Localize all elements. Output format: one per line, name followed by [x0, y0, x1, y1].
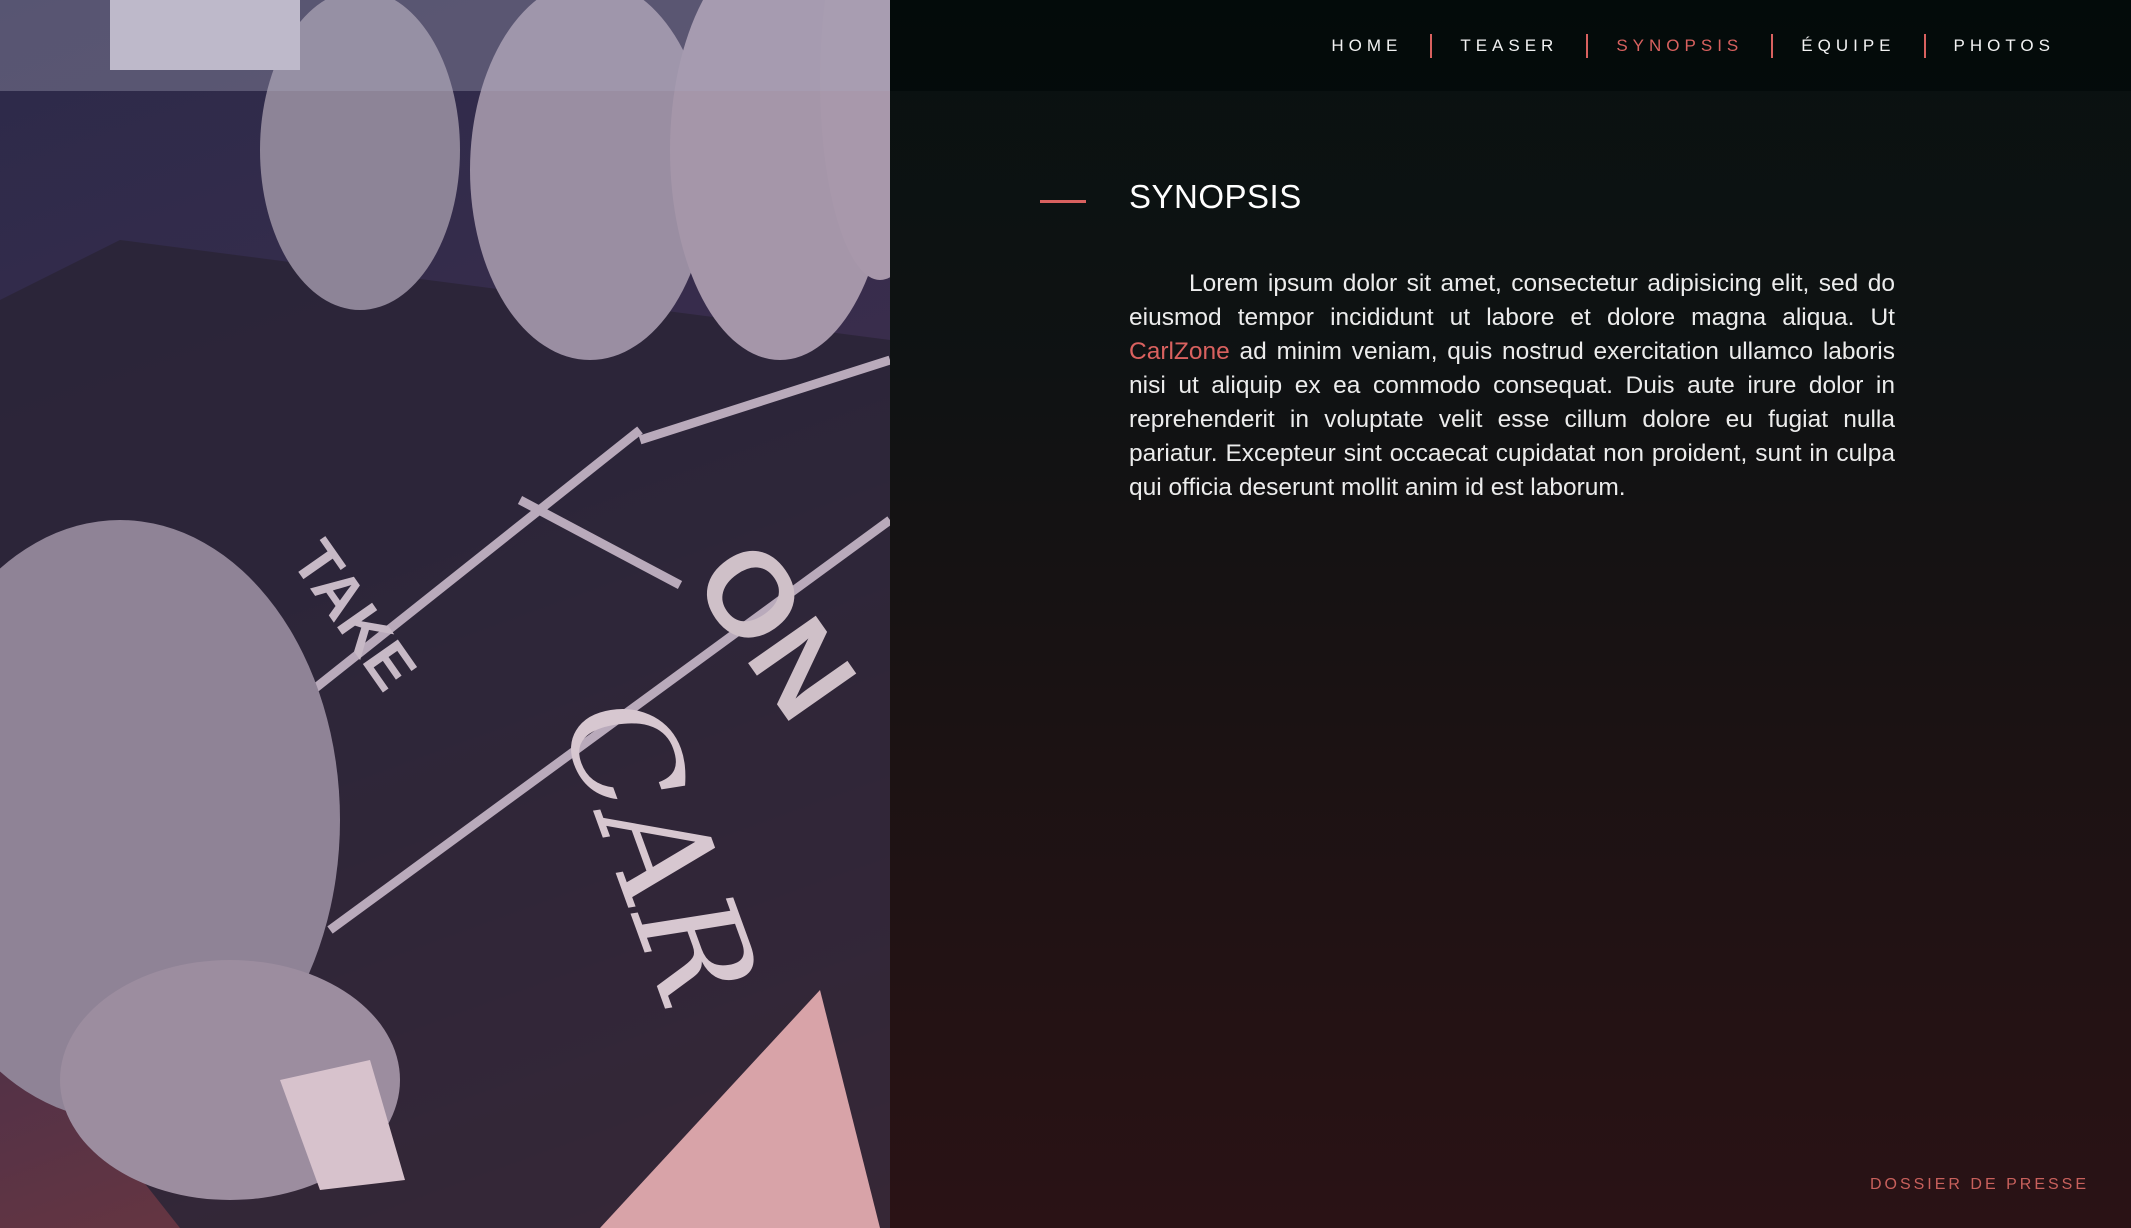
section-title-accent-line — [1040, 200, 1086, 203]
clapperboard-illustration: TAKE ON CAR — [0, 0, 890, 1228]
nav-equipe[interactable]: ÉQUIPE — [1773, 36, 1923, 56]
carlzone-link[interactable]: CarlZone — [1129, 338, 1230, 365]
synopsis-text-part: Lorem ipsum dolor sit amet, consectetur … — [1129, 270, 1895, 331]
content-panel — [890, 0, 2131, 1228]
section-title: SYNOPSIS — [1129, 178, 1302, 215]
hero-photo: TAKE ON CAR — [0, 0, 890, 1228]
nav-photos[interactable]: PHOTOS — [1926, 36, 2083, 56]
nav-home[interactable]: HOME — [1303, 36, 1430, 56]
main-nav: HOME TEASER SYNOPSIS ÉQUIPE PHOTOS — [1303, 30, 2083, 62]
synopsis-text-part: ad minim veniam, quis nostrud exercitati… — [1129, 338, 1895, 501]
photo-top-band — [0, 0, 890, 91]
nav-teaser[interactable]: TEASER — [1432, 36, 1586, 56]
nav-synopsis[interactable]: SYNOPSIS — [1588, 36, 1771, 56]
top-navigation-bar: HOME TEASER SYNOPSIS ÉQUIPE PHOTOS — [890, 0, 2131, 91]
press-kit-label: DOSSIER DE PRESSE — [1869, 1176, 2089, 1193]
synopsis-text: Lorem ipsum dolor sit amet, consectetur … — [1129, 267, 1895, 505]
